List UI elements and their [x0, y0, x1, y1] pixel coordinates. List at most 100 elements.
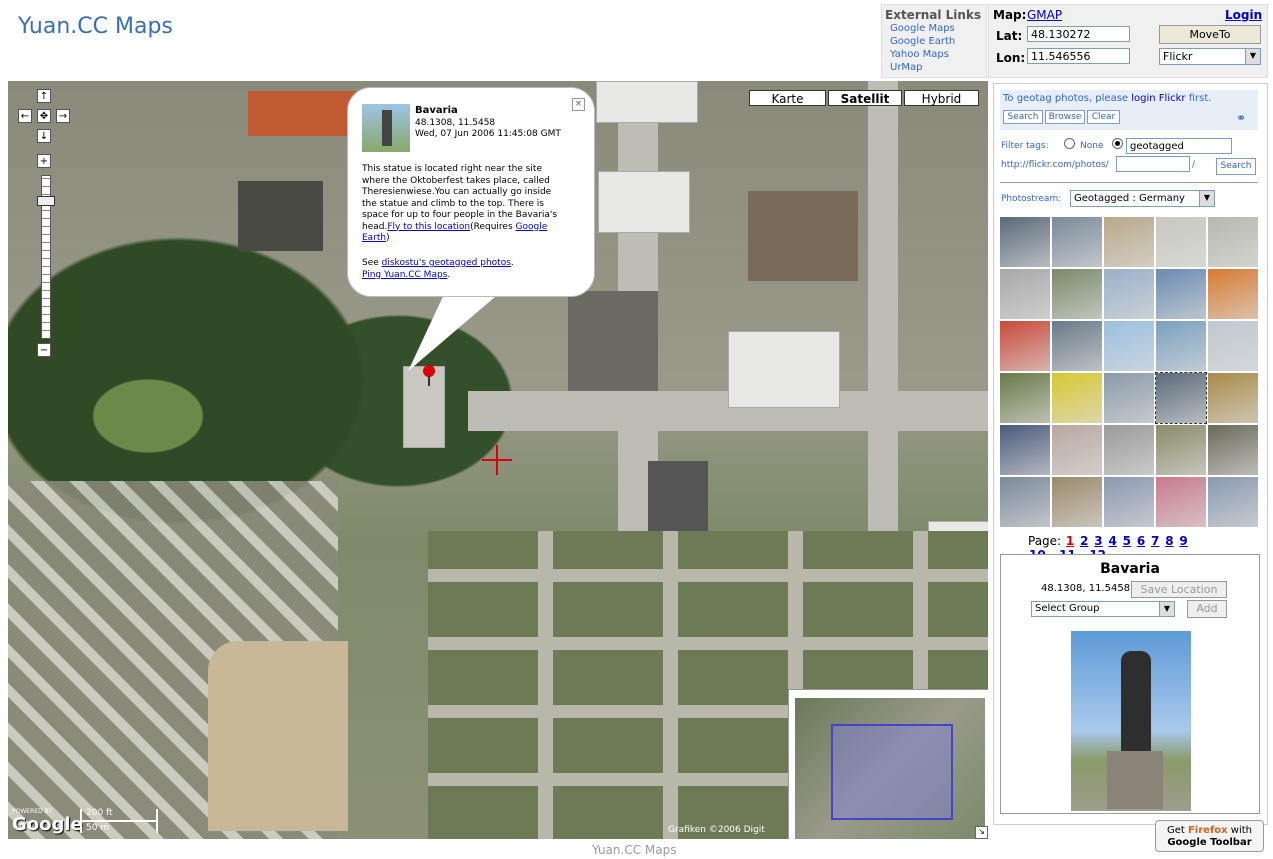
maptype-hybrid[interactable]: Hybrid: [904, 90, 979, 106]
info-title: Bavaria: [415, 105, 458, 116]
zoom-slider-handle[interactable]: [37, 196, 55, 207]
map-hall: [568, 291, 658, 391]
lat-input[interactable]: 48.130272: [1027, 26, 1130, 42]
photo-thumbnail[interactable]: [1208, 321, 1258, 371]
photo-preview[interactable]: [1071, 631, 1191, 811]
clear-button[interactable]: Clear: [1087, 110, 1120, 124]
fly-to-location-link[interactable]: Fly to this location: [387, 222, 470, 232]
page-link-4[interactable]: 4: [1108, 534, 1116, 548]
gmap-link[interactable]: GMAP: [1027, 8, 1062, 22]
photo-thumbnail[interactable]: [1104, 477, 1154, 527]
photo-thumbnail[interactable]: [1052, 373, 1102, 423]
map-building: [248, 91, 358, 136]
photo-thumbnail[interactable]: [1208, 477, 1258, 527]
photostream-select[interactable]: Geotagged : Germany ▼: [1070, 190, 1215, 207]
get-firefox-button[interactable]: Get Firefox with Google Toolbar: [1155, 820, 1264, 852]
link-yahoo-maps[interactable]: Yahoo Maps: [882, 48, 986, 61]
photo-thumbnail[interactable]: [1156, 425, 1206, 475]
close-icon[interactable]: ×: [572, 98, 585, 111]
photo-thumbnail[interactable]: [1208, 269, 1258, 319]
link-google-earth[interactable]: Google Earth: [882, 35, 986, 48]
pan-left-icon[interactable]: ←: [18, 109, 32, 123]
photo-thumbnail[interactable]: [1104, 269, 1154, 319]
overview-map[interactable]: ↘: [788, 689, 988, 839]
site-logo[interactable]: Yuan.CC Maps: [18, 14, 173, 39]
save-location-button[interactable]: Save Location: [1131, 581, 1227, 598]
lon-input[interactable]: 11.546556: [1027, 48, 1130, 64]
flickr-url-prefix: http://flickr.com/photos/: [1001, 160, 1109, 170]
photo-thumbnail[interactable]: [1104, 217, 1154, 267]
photo-thumbnail[interactable]: [1156, 477, 1206, 527]
pan-down-icon[interactable]: ↓: [37, 129, 51, 143]
photo-thumbnail[interactable]: [1156, 269, 1206, 319]
statue-figure: [1121, 651, 1151, 761]
photo-thumbnail[interactable]: [1000, 321, 1050, 371]
satellite-map[interactable]: ↑ ← ✥ → ↓ + − Karte Satellit Hybrid Bava…: [8, 81, 988, 839]
photo-thumbnail[interactable]: [1155, 372, 1207, 424]
info-description: This statue is located right near the si…: [362, 164, 558, 245]
geotagged-photos-link[interactable]: diskostu's geotagged photos: [382, 258, 511, 268]
link-chain-icon[interactable]: ⚭: [1236, 111, 1246, 125]
flickr-user-input[interactable]: [1116, 156, 1190, 172]
page-link-8[interactable]: 8: [1165, 534, 1173, 548]
photo-thumbnail[interactable]: [1000, 217, 1050, 267]
page-link-3[interactable]: 3: [1094, 534, 1102, 548]
photo-thumbnail[interactable]: [1052, 269, 1102, 319]
select-group[interactable]: Select Group ▼: [1031, 601, 1175, 617]
photo-thumbnail[interactable]: [1208, 217, 1258, 267]
map-building: [598, 171, 690, 233]
zoom-in-icon[interactable]: +: [37, 154, 51, 168]
photo-thumbnail[interactable]: [1104, 321, 1154, 371]
tag-input[interactable]: geotagged: [1126, 138, 1232, 154]
photo-detail: Bavaria 48.1308, 11.5458 Save Location S…: [1000, 554, 1260, 814]
page-link-6[interactable]: 6: [1137, 534, 1145, 548]
link-urmap[interactable]: UrMap: [882, 61, 986, 74]
source-select[interactable]: Flickr ▼: [1159, 48, 1261, 65]
page-link-1[interactable]: 1: [1066, 534, 1074, 548]
flickr-search-button[interactable]: Search: [1216, 158, 1256, 175]
photo-thumbnail[interactable]: [1052, 425, 1102, 475]
photo-thumbnail[interactable]: [1104, 425, 1154, 475]
overview-toggle-icon[interactable]: ↘: [975, 826, 988, 839]
login-link[interactable]: Login: [1225, 8, 1262, 22]
overview-viewport-box[interactable]: [831, 724, 953, 820]
photo-thumbnail[interactable]: [1000, 477, 1050, 527]
moveto-button[interactable]: MoveTo: [1159, 25, 1261, 44]
add-button[interactable]: Add: [1187, 600, 1227, 618]
info-see: See diskostu's geotagged photos. Ping Yua…: [362, 258, 562, 281]
crosshair-icon-vertical: [496, 445, 498, 475]
photo-thumbnail[interactable]: [1000, 425, 1050, 475]
zoom-out-icon[interactable]: −: [37, 343, 51, 357]
pan-up-icon[interactable]: ↑: [37, 89, 51, 103]
photo-thumbnail[interactable]: [1052, 217, 1102, 267]
link-google-maps[interactable]: Google Maps: [882, 22, 986, 35]
filter-tag-radio[interactable]: [1112, 138, 1123, 149]
pan-right-icon[interactable]: →: [56, 109, 70, 123]
map-building: [596, 81, 698, 123]
photo-thumbnail[interactable]: [1208, 373, 1258, 423]
login-flickr-link[interactable]: login Flickr: [1131, 93, 1185, 104]
google-logo[interactable]: Google: [12, 814, 83, 835]
photo-thumbnail[interactable]: [1208, 425, 1258, 475]
pan-center-icon[interactable]: ✥: [37, 109, 51, 123]
map-copyright: Grafiken ©2006 Digit: [668, 825, 765, 835]
filter-none-radio[interactable]: [1064, 138, 1075, 149]
ping-link[interactable]: Ping Yuan.CC Maps: [362, 270, 447, 280]
photo-thumbnail[interactable]: [1104, 373, 1154, 423]
info-photo-thumbnail[interactable]: [362, 104, 410, 152]
photo-thumbnail[interactable]: [1052, 477, 1102, 527]
maptype-satellit[interactable]: Satellit: [828, 90, 902, 106]
page-link-5[interactable]: 5: [1123, 534, 1131, 548]
browse-button[interactable]: Browse: [1045, 110, 1085, 124]
photo-thumbnail[interactable]: [1000, 373, 1050, 423]
photo-thumbnail[interactable]: [1052, 321, 1102, 371]
photo-thumbnail[interactable]: [1156, 321, 1206, 371]
maptype-karte[interactable]: Karte: [749, 90, 826, 106]
requires-end: ): [386, 233, 390, 243]
page-link-9[interactable]: 9: [1179, 534, 1187, 548]
photo-thumbnail[interactable]: [1000, 269, 1050, 319]
search-button[interactable]: Search: [1003, 110, 1043, 124]
photo-thumbnail[interactable]: [1156, 217, 1206, 267]
page-link-7[interactable]: 7: [1151, 534, 1159, 548]
page-link-2[interactable]: 2: [1080, 534, 1088, 548]
